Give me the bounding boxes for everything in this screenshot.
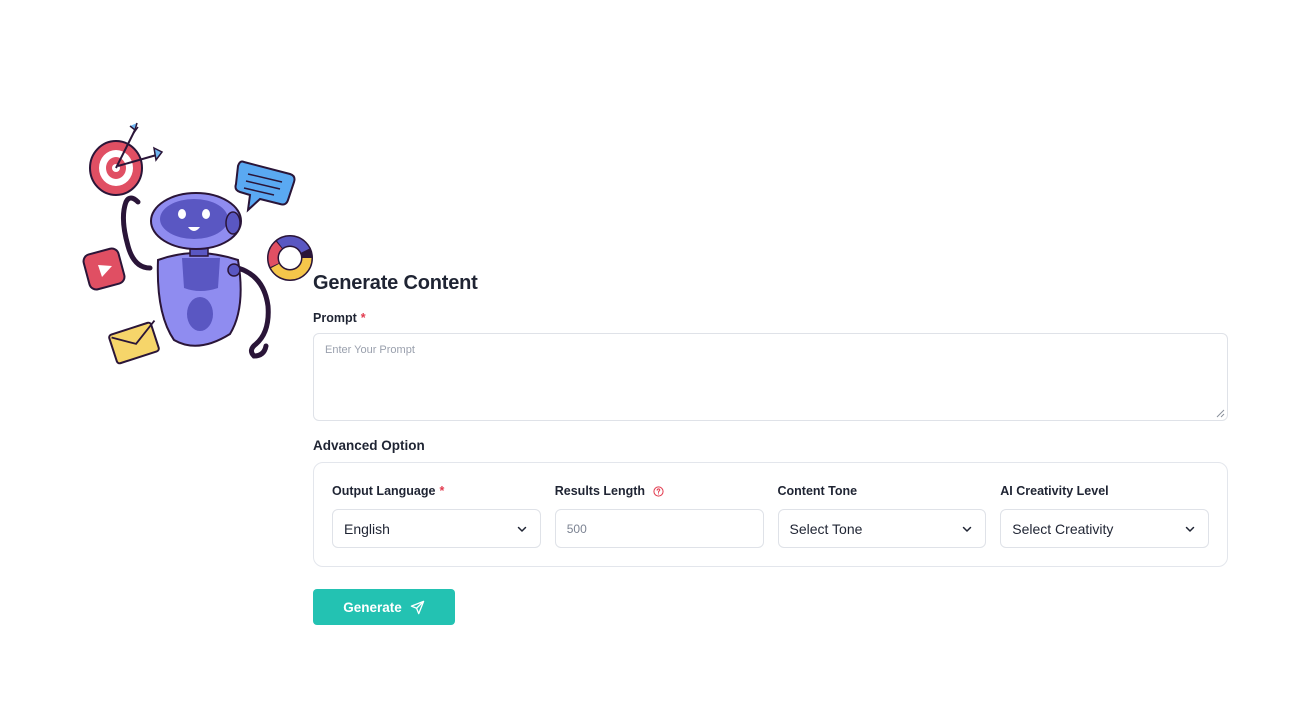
output-language-select[interactable]: English bbox=[332, 509, 541, 548]
generate-button[interactable]: Generate bbox=[313, 589, 455, 625]
donut-chart-icon bbox=[267, 235, 313, 281]
prompt-label-text: Prompt bbox=[313, 311, 357, 325]
page: Generate Content Prompt * Enter Your Pro… bbox=[0, 0, 1315, 705]
content-tone-label: Content Tone bbox=[777, 484, 858, 498]
results-length-label: Results Length bbox=[555, 483, 764, 499]
results-length-field: Results Length 500 bbox=[554, 483, 764, 548]
prompt-label: Prompt * bbox=[313, 310, 1228, 326]
resize-handle-icon[interactable] bbox=[1216, 409, 1225, 418]
advanced-option-label: Advanced Option bbox=[313, 438, 425, 453]
results-length-label-text: Results Length bbox=[554, 484, 646, 498]
chat-bubble-icon bbox=[234, 160, 296, 213]
content-tone-field: Content Tone Select Tone bbox=[777, 483, 987, 548]
output-language-field: Output Language * English bbox=[332, 483, 541, 548]
generate-button-label: Generate bbox=[343, 599, 402, 615]
output-language-label-text: Output Language bbox=[332, 484, 436, 498]
play-icon bbox=[82, 247, 126, 291]
page-title: Generate Content bbox=[313, 272, 478, 294]
robot-illustration bbox=[82, 122, 313, 365]
content-tone-value: Select Tone bbox=[789, 520, 863, 537]
generate-content-form: Generate Content Prompt * Enter Your Pro… bbox=[313, 268, 1228, 625]
ai-creativity-value: Select Creativity bbox=[1012, 520, 1114, 537]
help-circle-icon[interactable] bbox=[653, 485, 664, 497]
chevron-down-icon bbox=[1185, 526, 1195, 532]
prompt-textarea[interactable]: Enter Your Prompt bbox=[313, 333, 1228, 421]
target-icon bbox=[89, 122, 164, 196]
ai-creativity-label: AI Creativity Level bbox=[1000, 484, 1109, 498]
content-tone-select[interactable]: Select Tone bbox=[777, 509, 987, 548]
required-mark: * bbox=[360, 311, 366, 325]
output-language-value: English bbox=[344, 520, 390, 537]
results-length-input[interactable]: 500 bbox=[554, 509, 764, 548]
results-length-value: 500 bbox=[566, 521, 587, 536]
envelope-icon bbox=[108, 319, 160, 365]
prompt-placeholder: Enter Your Prompt bbox=[325, 344, 415, 356]
advanced-options-card: Output Language * English Results Length bbox=[313, 462, 1228, 567]
ai-creativity-field: AI Creativity Level Select Creativity bbox=[1000, 483, 1209, 548]
chevron-down-icon bbox=[517, 526, 526, 532]
ai-creativity-select[interactable]: Select Creativity bbox=[1000, 509, 1209, 548]
required-mark: * bbox=[439, 484, 445, 498]
send-icon bbox=[410, 600, 425, 614]
chevron-down-icon bbox=[963, 526, 972, 532]
output-language-label: Output Language * bbox=[332, 483, 541, 499]
